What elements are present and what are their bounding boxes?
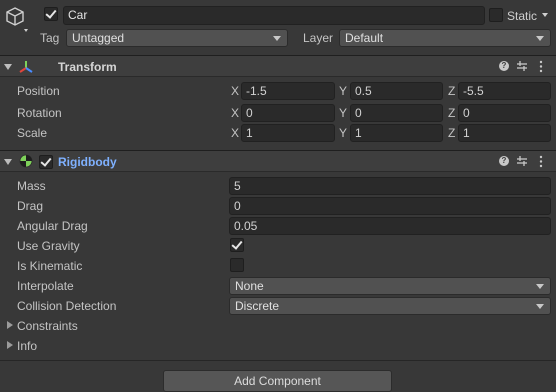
rigidbody-header[interactable]: Rigidbody ?	[0, 150, 556, 172]
scale-z-field[interactable]: 1	[458, 124, 551, 142]
position-label: Position	[17, 84, 60, 98]
scale-x-axis-label[interactable]: X	[231, 126, 239, 140]
scale-y-axis-label[interactable]: Y	[339, 126, 347, 140]
rotation-y-axis-label[interactable]: Y	[339, 106, 347, 120]
chevron-down-icon	[536, 36, 544, 41]
rigidbody-enabled-toggle[interactable]	[39, 155, 53, 169]
foldout-collapsed-icon[interactable]	[7, 341, 13, 349]
drag-field[interactable]: 0	[229, 197, 551, 215]
rotation-z-field[interactable]: 0	[458, 104, 551, 122]
collision-detection-value: Discrete	[235, 299, 280, 313]
divider	[0, 360, 556, 361]
rigidbody-title[interactable]: Rigidbody	[58, 155, 117, 169]
mass-label: Mass	[17, 179, 46, 193]
checkmark-icon	[40, 155, 52, 167]
position-z-field[interactable]: -5.5	[458, 82, 551, 100]
chevron-down-icon	[536, 284, 544, 289]
position-x-field[interactable]: -1.5	[241, 82, 335, 100]
rotation-x-field[interactable]: 0	[241, 104, 335, 122]
chevron-down-icon	[273, 36, 281, 41]
angular-drag-field[interactable]: 0.05	[229, 217, 551, 235]
scale-label: Scale	[17, 126, 48, 140]
interpolate-value: None	[235, 279, 264, 293]
presets-icon[interactable]	[516, 155, 528, 167]
transform-title[interactable]: Transform	[58, 60, 117, 74]
collision-detection-label: Collision Detection	[17, 299, 117, 313]
gameobject-icon[interactable]	[4, 5, 30, 35]
scale-y-field[interactable]: 1	[350, 124, 443, 142]
transform-header[interactable]: Transform ?	[0, 55, 556, 77]
tag-dropdown[interactable]: Untagged	[66, 29, 288, 47]
mass-field[interactable]: 5	[229, 177, 551, 195]
constraints-foldout[interactable]: Constraints	[17, 319, 78, 333]
checkmark-icon	[231, 238, 243, 250]
foldout-expanded-icon[interactable]	[4, 159, 12, 165]
checkmark-icon	[45, 7, 57, 19]
drag-label: Drag	[17, 199, 44, 213]
layer-value: Default	[345, 31, 384, 45]
is-kinematic-checkbox[interactable]	[230, 258, 244, 272]
chevron-down-icon	[536, 304, 544, 309]
tag-label: Tag	[40, 31, 60, 45]
position-z-axis-label[interactable]: Z	[448, 84, 455, 98]
collision-detection-dropdown[interactable]: Discrete	[229, 297, 551, 315]
rotation-label: Rotation	[17, 106, 62, 120]
info-foldout[interactable]: Info	[17, 339, 37, 353]
is-kinematic-label: Is Kinematic	[17, 259, 83, 273]
rotation-y-field[interactable]: 0	[350, 104, 443, 122]
context-menu-icon[interactable]	[539, 60, 543, 73]
static-toggle[interactable]	[489, 8, 503, 22]
scale-z-axis-label[interactable]: Z	[448, 126, 455, 140]
help-icon[interactable]: ?	[499, 156, 509, 166]
layer-dropdown[interactable]: Default	[339, 29, 551, 47]
layer-label: Layer	[303, 31, 334, 45]
foldout-expanded-icon[interactable]	[4, 64, 12, 70]
help-icon[interactable]: ?	[499, 61, 509, 71]
position-y-axis-label[interactable]: Y	[339, 84, 347, 98]
scale-x-field[interactable]: 1	[241, 124, 335, 142]
interpolate-label: Interpolate	[17, 279, 74, 293]
gameobject-name-field[interactable]: Car	[63, 6, 485, 25]
transform-icon	[19, 60, 33, 73]
rotation-z-axis-label[interactable]: Z	[448, 106, 455, 120]
foldout-collapsed-icon[interactable]	[7, 321, 13, 329]
position-y-field[interactable]: 0.5	[350, 82, 443, 100]
add-component-label: Add Component	[234, 374, 321, 388]
add-component-button[interactable]: Add Component	[163, 370, 392, 392]
position-x-axis-label[interactable]: X	[231, 84, 239, 98]
use-gravity-checkbox[interactable]	[230, 238, 244, 252]
use-gravity-label: Use Gravity	[17, 239, 80, 253]
interpolate-dropdown[interactable]: None	[229, 277, 551, 295]
static-dropdown-icon[interactable]	[542, 13, 548, 17]
angular-drag-label: Angular Drag	[17, 219, 88, 233]
static-label[interactable]: Static	[507, 9, 537, 23]
gameobject-active-toggle[interactable]	[44, 7, 58, 21]
context-menu-icon[interactable]	[539, 155, 543, 168]
rotation-x-axis-label[interactable]: X	[231, 106, 239, 120]
rigidbody-icon	[19, 154, 33, 168]
tag-value: Untagged	[72, 31, 125, 45]
presets-icon[interactable]	[516, 60, 528, 72]
